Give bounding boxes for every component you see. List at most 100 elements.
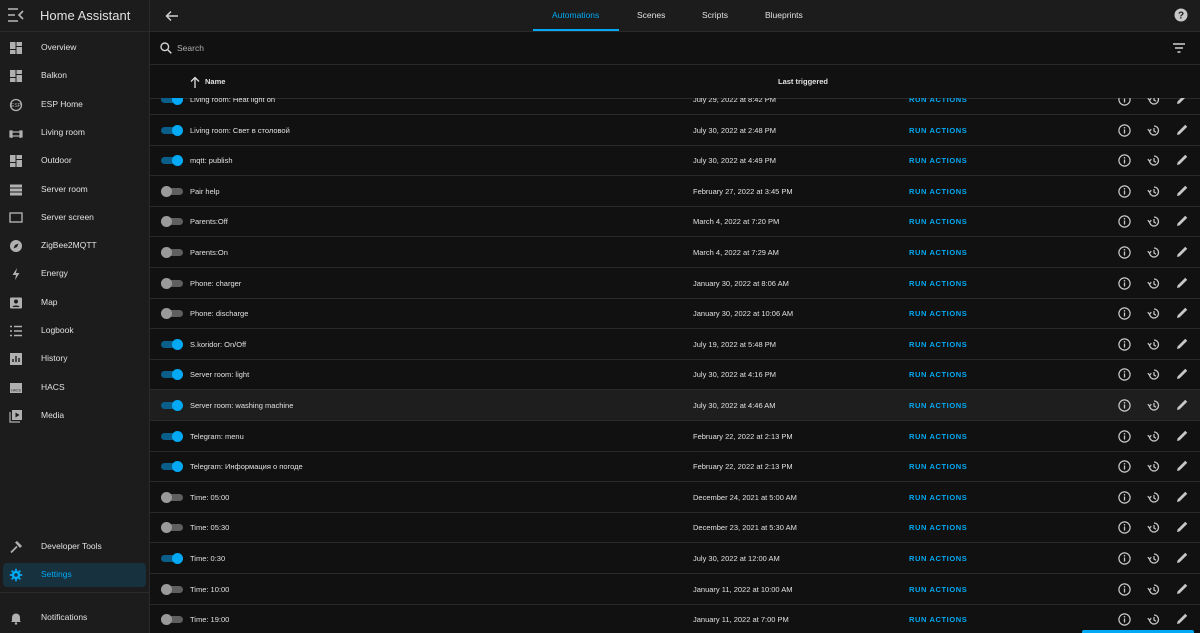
- tab-scenes[interactable]: Scenes: [637, 10, 665, 20]
- information-outline-icon[interactable]: [1118, 399, 1131, 412]
- information-outline-icon[interactable]: [1118, 307, 1131, 320]
- pencil-icon[interactable]: [1176, 552, 1188, 564]
- sidebar-item-notifications[interactable]: Notifications: [3, 606, 146, 630]
- run-actions-button[interactable]: RUN ACTIONS: [909, 585, 967, 594]
- information-outline-icon[interactable]: [1118, 338, 1131, 351]
- history-icon[interactable]: [1147, 368, 1160, 381]
- history-icon[interactable]: [1147, 338, 1160, 351]
- sidebar-item-zigbee2mqtt[interactable]: ZigBee2MQTT: [3, 234, 146, 258]
- history-icon[interactable]: [1147, 154, 1160, 167]
- information-outline-icon[interactable]: [1118, 154, 1131, 167]
- history-icon[interactable]: [1147, 246, 1160, 259]
- sidebar-item-outdoor[interactable]: Outdoor: [3, 149, 146, 173]
- history-icon[interactable]: [1147, 613, 1160, 626]
- table-row[interactable]: Time: 05:00 December 24, 2021 at 5:00 AM R…: [150, 482, 1200, 513]
- table-row[interactable]: Phone: charger January 30, 2022 at 8:06 A…: [150, 268, 1200, 299]
- information-outline-icon[interactable]: [1118, 276, 1131, 290]
- table-row[interactable]: Telegram: menu February 22, 2022 at 2:13 …: [150, 421, 1200, 452]
- pencil-icon[interactable]: [1176, 215, 1188, 227]
- help-circle-icon[interactable]: ?: [1174, 8, 1188, 22]
- enable-toggle[interactable]: [161, 369, 183, 381]
- sidebar-item-living-room[interactable]: Living room: [3, 121, 146, 145]
- enable-toggle[interactable]: [161, 614, 183, 626]
- sidebar-item-server-room[interactable]: Server room: [3, 178, 146, 202]
- table-row[interactable]: Living room: Heat light on July 29, 2022 …: [150, 98, 1200, 115]
- sidebar-item-balkon[interactable]: Balkon: [3, 64, 146, 88]
- pencil-icon[interactable]: [1176, 399, 1188, 411]
- table-row[interactable]: Server room: washing machine July 30, 202…: [150, 390, 1200, 421]
- history-icon[interactable]: [1147, 583, 1160, 596]
- run-actions-button[interactable]: RUN ACTIONS: [909, 462, 967, 471]
- sidebar-item-logbook[interactable]: Logbook: [3, 319, 146, 343]
- enable-toggle[interactable]: [161, 430, 183, 442]
- history-icon[interactable]: [1147, 124, 1160, 137]
- information-outline-icon[interactable]: [1118, 613, 1131, 626]
- pencil-icon[interactable]: [1176, 430, 1188, 442]
- pencil-icon[interactable]: [1176, 460, 1188, 472]
- information-outline-icon[interactable]: [1118, 185, 1131, 198]
- information-outline-icon[interactable]: [1118, 521, 1131, 535]
- history-icon[interactable]: [1147, 521, 1160, 534]
- history-icon[interactable]: [1147, 98, 1160, 106]
- column-header-name[interactable]: Name: [205, 77, 225, 86]
- pencil-icon[interactable]: [1176, 368, 1188, 380]
- information-outline-icon[interactable]: [1118, 98, 1131, 106]
- tab-automations[interactable]: Automations: [552, 10, 599, 20]
- run-actions-button[interactable]: RUN ACTIONS: [909, 156, 967, 165]
- history-icon[interactable]: [1147, 399, 1160, 412]
- information-outline-icon[interactable]: [1118, 215, 1131, 229]
- run-actions-button[interactable]: RUN ACTIONS: [909, 370, 967, 379]
- run-actions-button[interactable]: RUN ACTIONS: [909, 187, 967, 196]
- run-actions-button[interactable]: RUN ACTIONS: [909, 279, 967, 288]
- table-row[interactable]: Server room: light July 30, 2022 at 4:16 …: [150, 359, 1200, 391]
- table-row[interactable]: Phone: discharge January 30, 2022 at 10:0…: [150, 298, 1200, 330]
- enable-toggle[interactable]: [161, 185, 183, 197]
- sidebar-item-energy[interactable]: Energy: [3, 262, 146, 286]
- pencil-icon[interactable]: [1176, 246, 1188, 258]
- run-actions-button[interactable]: RUN ACTIONS: [909, 217, 967, 226]
- sidebar-item-hacs[interactable]: HACS HACS: [3, 376, 146, 400]
- pencil-icon[interactable]: [1176, 521, 1188, 533]
- sidebar-item-server-screen[interactable]: Server screen: [3, 206, 146, 230]
- information-outline-icon[interactable]: [1118, 582, 1131, 596]
- pencil-icon[interactable]: [1176, 154, 1188, 166]
- table-row[interactable]: Parents:On March 4, 2022 at 7:29 AM RUN AC…: [150, 237, 1200, 268]
- run-actions-button[interactable]: RUN ACTIONS: [909, 248, 967, 257]
- run-actions-button[interactable]: RUN ACTIONS: [909, 615, 967, 624]
- history-icon[interactable]: [1147, 215, 1160, 228]
- menu-open-icon[interactable]: [8, 8, 24, 22]
- information-outline-icon[interactable]: [1118, 429, 1131, 443]
- information-outline-icon[interactable]: [1118, 246, 1131, 259]
- pencil-icon[interactable]: [1176, 124, 1188, 136]
- enable-toggle[interactable]: [161, 216, 183, 228]
- run-actions-button[interactable]: RUN ACTIONS: [909, 493, 967, 502]
- history-icon[interactable]: [1147, 460, 1160, 473]
- information-outline-icon[interactable]: [1118, 552, 1131, 565]
- run-actions-button[interactable]: RUN ACTIONS: [909, 401, 967, 410]
- search-input[interactable]: [177, 41, 1077, 55]
- enable-toggle[interactable]: [161, 124, 183, 136]
- history-icon[interactable]: [1147, 552, 1160, 565]
- enable-toggle[interactable]: [161, 553, 183, 564]
- enable-toggle[interactable]: [161, 583, 183, 595]
- table-row[interactable]: Telegram: Информация о погоде February 22…: [150, 451, 1200, 483]
- sidebar-item-settings[interactable]: Settings: [3, 563, 146, 587]
- pencil-icon[interactable]: [1176, 98, 1188, 105]
- history-icon[interactable]: [1147, 185, 1160, 198]
- sidebar-item-esp-home[interactable]: ESP ESP Home: [3, 93, 146, 117]
- run-actions-button[interactable]: RUN ACTIONS: [909, 309, 967, 318]
- information-outline-icon[interactable]: [1118, 460, 1131, 473]
- run-actions-button[interactable]: RUN ACTIONS: [909, 98, 967, 104]
- enable-toggle[interactable]: [161, 98, 183, 105]
- enable-toggle[interactable]: [161, 338, 183, 350]
- enable-toggle[interactable]: [161, 461, 183, 473]
- sidebar-item-media[interactable]: Media: [3, 404, 146, 428]
- sidebar-item-history[interactable]: History: [3, 347, 146, 371]
- enable-toggle[interactable]: [161, 400, 183, 411]
- pencil-icon[interactable]: [1176, 583, 1188, 595]
- table-row[interactable]: Time: 19:00 January 11, 2022 at 7:00 PM RU…: [150, 604, 1200, 633]
- sort-ascending-arrow-icon[interactable]: [190, 76, 200, 88]
- run-actions-button[interactable]: RUN ACTIONS: [909, 126, 967, 135]
- enable-toggle[interactable]: [161, 491, 183, 503]
- back-arrow-icon[interactable]: [164, 8, 180, 24]
